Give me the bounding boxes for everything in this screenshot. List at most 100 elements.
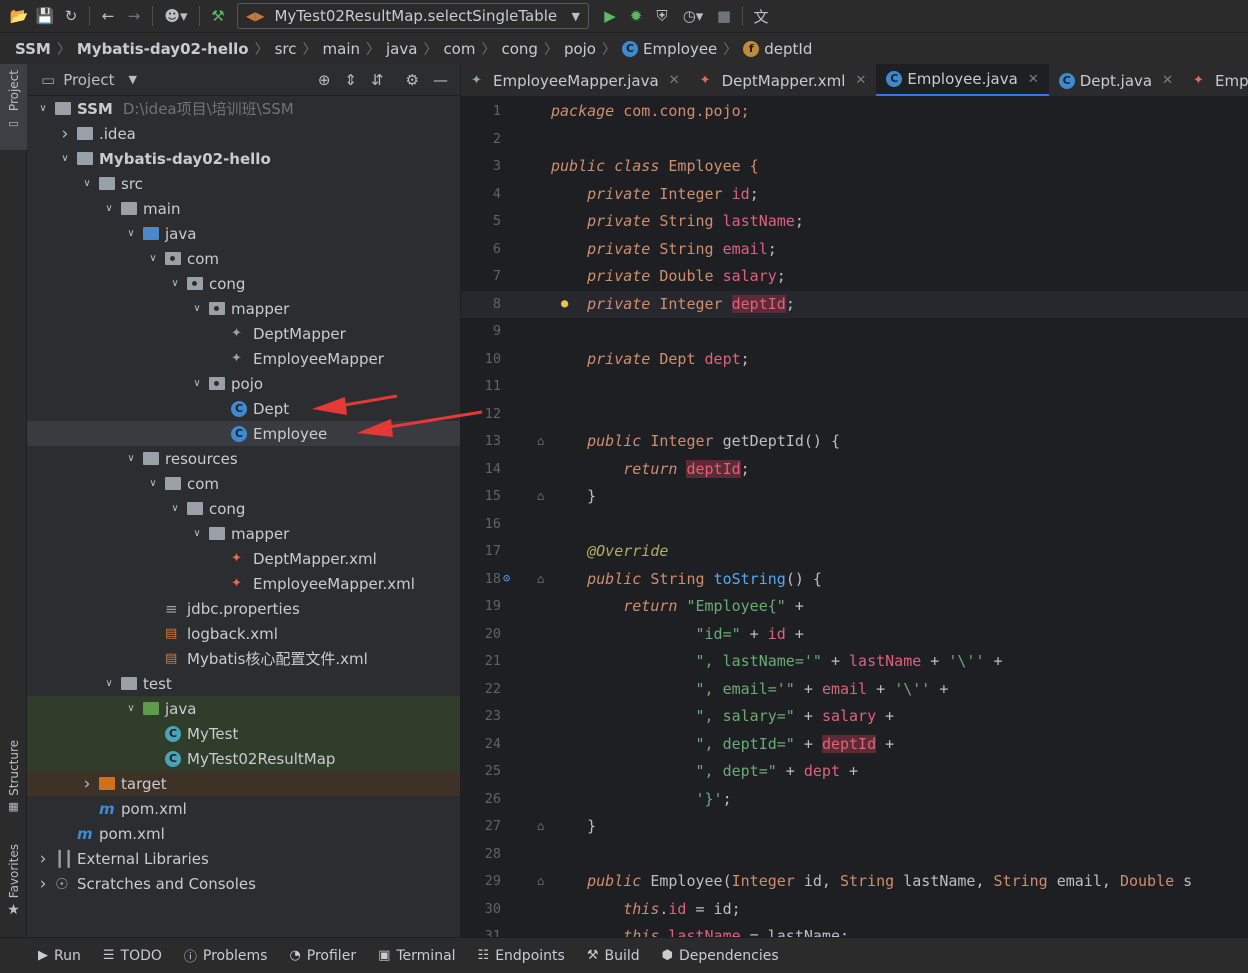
tool-tab-problems[interactable]: ⓘ Problems (184, 946, 268, 966)
close-icon[interactable]: ✕ (1028, 72, 1039, 87)
tree-row[interactable]: › ☉ Scratches and Consoles (27, 871, 460, 896)
tree-row[interactable]: ∨ java (27, 696, 460, 721)
breadcrumb-item[interactable]: com (443, 40, 475, 58)
tree-row[interactable]: m pom.xml (27, 796, 460, 821)
breadcrumb-item[interactable]: src (275, 40, 297, 58)
chevron-down-icon[interactable]: ∨ (101, 203, 117, 214)
tool-tab-build[interactable]: ⚒ Build (587, 948, 640, 964)
breadcrumb-item[interactable]: java (386, 40, 417, 58)
chevron-down-icon[interactable]: ∨ (189, 378, 205, 389)
tree-row[interactable]: ≡ jdbc.properties (27, 596, 460, 621)
tree-row[interactable]: ∨ src (27, 171, 460, 196)
code-area[interactable]: 1 package com.cong.pojo; 2 3 public class Em… (461, 97, 1248, 937)
chevron-right-icon[interactable]: › (79, 774, 95, 794)
tree-row[interactable]: ▤ logback.xml (27, 621, 460, 646)
tree-row[interactable]: ✦ DeptMapper.xml (27, 546, 460, 571)
chevron-down-icon[interactable]: ∨ (145, 253, 161, 264)
back-icon[interactable]: ← (95, 4, 121, 28)
breadcrumb-item[interactable]: Mybatis-day02-hello (77, 40, 249, 58)
tree-row[interactable]: m pom.xml (27, 821, 460, 846)
tool-tab-dependencies[interactable]: ⬢ Dependencies (662, 948, 779, 964)
tree-row[interactable]: ∨ pojo (27, 371, 460, 396)
gear-icon[interactable]: ⚙ (406, 71, 419, 89)
chevron-down-icon[interactable]: ∨ (145, 478, 161, 489)
editor-tab[interactable]: ✦ Emplo (1183, 64, 1248, 96)
fold-marker-icon[interactable]: ⌂ (537, 572, 544, 586)
tool-tab-profiler[interactable]: ◔ Profiler (289, 948, 356, 964)
chevron-down-icon[interactable]: ∨ (189, 303, 205, 314)
fold-marker-icon[interactable]: ⌂ (537, 434, 544, 448)
breadcrumb-item[interactable]: cong (501, 40, 537, 58)
override-marker-icon[interactable]: ⊙ (503, 571, 510, 585)
project-panel-title[interactable]: Project (63, 71, 114, 89)
close-icon[interactable]: ✕ (855, 73, 866, 88)
chevron-down-icon[interactable]: ∨ (123, 703, 139, 714)
tool-tab-endpoints[interactable]: ☷ Endpoints (478, 948, 565, 964)
tool-tab-run[interactable]: ▶ Run (38, 948, 81, 964)
tree-row[interactable]: C MyTest (27, 721, 460, 746)
user-icon[interactable]: ☻▾ (158, 4, 194, 28)
chevron-down-icon[interactable]: ∨ (57, 153, 73, 164)
tree-row[interactable]: › ┃┃ External Libraries (27, 846, 460, 871)
tool-tab-todo[interactable]: ☰ TODO (103, 948, 162, 964)
chevron-down-icon[interactable]: ∨ (123, 228, 139, 239)
sync-icon[interactable]: ↻ (58, 4, 84, 28)
profile-icon[interactable]: ◷▾ (675, 4, 711, 28)
coverage-icon[interactable]: ⛨ (649, 4, 675, 28)
translate-icon[interactable]: 文 (748, 4, 774, 28)
chevron-right-icon[interactable]: › (57, 124, 73, 144)
breadcrumb-item-field[interactable]: f deptId (743, 40, 812, 58)
forward-icon[interactable]: → (121, 4, 147, 28)
close-icon[interactable]: ✕ (1162, 73, 1173, 88)
tree-row[interactable]: ∨ com (27, 246, 460, 271)
debug-icon[interactable]: ✹ (623, 4, 649, 28)
tree-row[interactable]: C Dept (27, 396, 460, 421)
tree-row[interactable]: ∨ main (27, 196, 460, 221)
tree-row[interactable]: ∨ mapper (27, 296, 460, 321)
fold-marker-icon[interactable]: ⌂ (537, 819, 544, 833)
chevron-down-icon[interactable]: ∨ (101, 678, 117, 689)
chevron-down-icon[interactable]: ∨ (167, 503, 183, 514)
editor-tab[interactable]: C Dept.java ✕ (1049, 64, 1183, 96)
hide-icon[interactable]: — (433, 71, 448, 89)
breadcrumb-item[interactable]: SSM (15, 40, 51, 58)
tree-row[interactable]: C MyTest02ResultMap (27, 746, 460, 771)
tree-row[interactable]: ✦ EmployeeMapper (27, 346, 460, 371)
tree-row[interactable]: › target (27, 771, 460, 796)
locate-icon[interactable]: ⊕ (318, 71, 331, 89)
stop-icon[interactable]: ■ (711, 4, 737, 28)
chevron-down-icon[interactable]: ∨ (123, 453, 139, 464)
chevron-down-icon[interactable]: ∨ (189, 528, 205, 539)
build-hammer-icon[interactable]: ⚒ (205, 4, 231, 28)
chevron-down-icon[interactable]: ∨ (79, 178, 95, 189)
close-icon[interactable]: ✕ (669, 73, 680, 88)
tree-row[interactable]: ▤ Mybatis核心配置文件.xml (27, 646, 460, 671)
tree-row[interactable]: ✦ DeptMapper (27, 321, 460, 346)
chevron-right-icon[interactable]: › (35, 849, 51, 869)
fold-marker-icon[interactable]: ⌂ (537, 874, 544, 888)
collapse-all-icon[interactable]: ⇵ (371, 71, 384, 89)
tree-row[interactable]: ∨ resources (27, 446, 460, 471)
run-configuration-select[interactable]: ◀▶ MyTest02ResultMap.selectSingleTable ▼ (237, 3, 589, 29)
chevron-down-icon[interactable]: ▼ (129, 73, 137, 86)
save-icon[interactable]: 💾 (32, 4, 58, 28)
project-tool-tab[interactable]: Project ▭ (0, 64, 27, 150)
chevron-down-icon[interactable]: ∨ (35, 103, 51, 114)
tree-row[interactable]: › .idea (27, 121, 460, 146)
tree-row[interactable]: ∨ Mybatis-day02-hello (27, 146, 460, 171)
breadcrumb-item-class[interactable]: C Employee (621, 40, 717, 58)
chevron-right-icon[interactable]: › (35, 874, 51, 894)
tool-tab-terminal[interactable]: ▣ Terminal (378, 948, 455, 964)
editor-tab[interactable]: ✦ EmployeeMapper.java ✕ (461, 64, 690, 96)
fold-marker-icon[interactable]: ⌂ (537, 489, 544, 503)
tree-row[interactable]: ∨ com (27, 471, 460, 496)
expand-all-icon[interactable]: ⇕ (344, 71, 357, 89)
open-folder-icon[interactable]: 📂 (6, 4, 32, 28)
tree-row[interactable]: ∨ cong (27, 496, 460, 521)
editor-tab[interactable]: ✦ DeptMapper.xml ✕ (690, 64, 877, 96)
tree-row[interactable]: ∨ mapper (27, 521, 460, 546)
run-icon[interactable]: ▶ (597, 4, 623, 28)
breadcrumb-item[interactable]: pojo (564, 40, 596, 58)
editor-tab[interactable]: C Employee.java ✕ (876, 64, 1049, 96)
tree-row[interactable]: ∨ java (27, 221, 460, 246)
